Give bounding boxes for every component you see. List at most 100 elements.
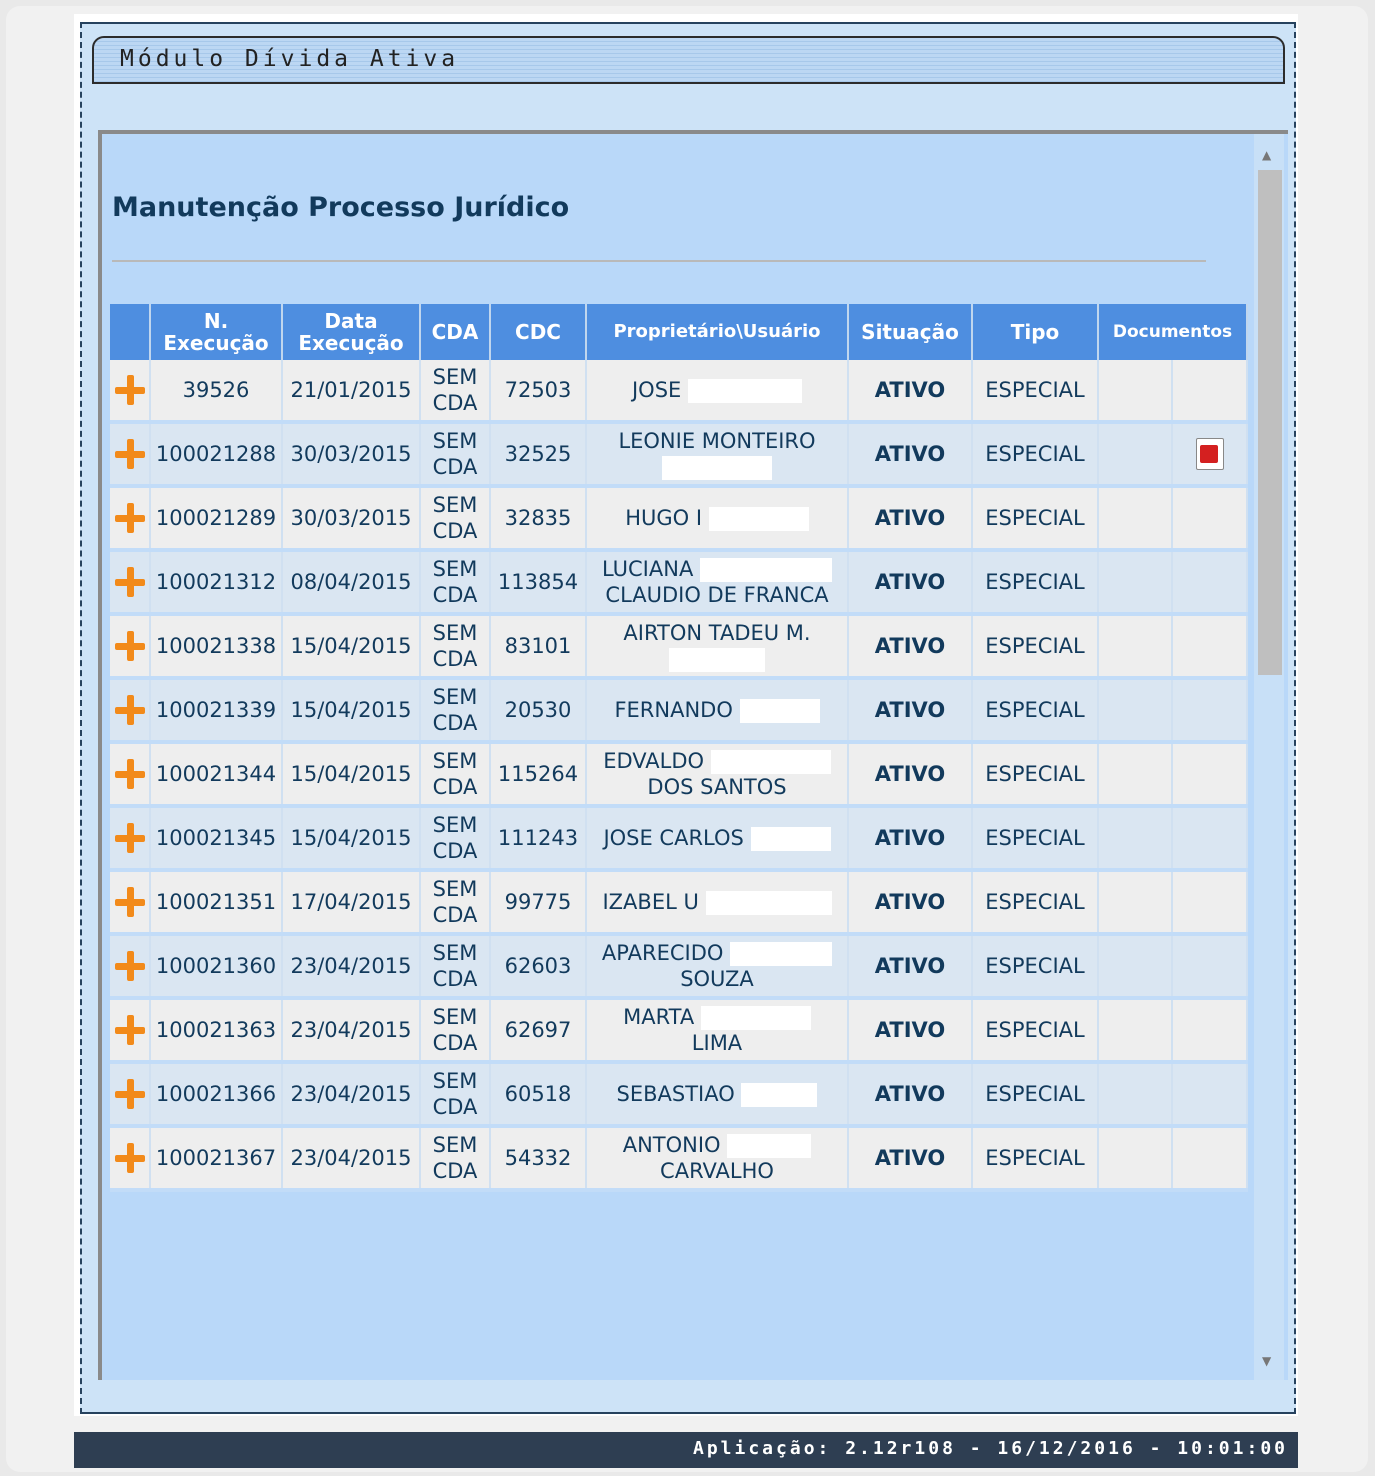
cda-cell: SEM CDA [420, 806, 491, 872]
situacao-cell: ATIVO [848, 998, 973, 1064]
cdc-cell: 111243 [490, 806, 587, 872]
vertical-scrollbar[interactable]: ▲ ▼ [1254, 134, 1284, 1380]
owner-name-line2: LIMA [691, 1031, 743, 1055]
table-row[interactable]: 39526 21/01/2015 SEM CDA 72503 JOSE ATIVO ESPE… [110, 360, 1248, 424]
cda-cell: SEM CDA [420, 678, 491, 744]
header-cdc[interactable]: CDC [490, 304, 587, 360]
header-situacao[interactable]: Situação [848, 304, 973, 360]
scroll-thumb[interactable] [1258, 170, 1282, 675]
header-documentos: Documentos [1098, 304, 1248, 360]
table-row[interactable]: 100021366 23/04/2015 SEM CDA 60518 SEBASTIAO … [110, 1062, 1248, 1128]
redacted-block [705, 891, 832, 915]
table-row[interactable]: 100021339 15/04/2015 SEM CDA 20530 FERNANDO A… [110, 678, 1248, 744]
data-execucao-cell: 23/04/2015 [282, 998, 421, 1064]
plus-icon[interactable] [114, 951, 145, 981]
doc-cell-1 [1098, 486, 1173, 552]
situacao-cell: ATIVO [848, 806, 973, 872]
footer-version: Aplicação: 2.12r108 - 16/12/2016 - 10:01… [693, 1438, 1288, 1459]
table-row[interactable]: 100021345 15/04/2015 SEM CDA 111243 JOSE CARL… [110, 806, 1248, 872]
plus-icon[interactable] [114, 375, 145, 405]
module-title: Módulo Dívida Ativa [120, 46, 460, 72]
cda-cell: SEM CDA [420, 742, 491, 808]
arrow-up-icon[interactable]: ▲ [1262, 148, 1271, 162]
expand-cell[interactable] [110, 486, 151, 552]
plus-icon[interactable] [114, 631, 145, 661]
expand-cell[interactable] [110, 360, 151, 424]
expand-cell[interactable] [110, 614, 151, 680]
plus-icon[interactable] [114, 567, 145, 597]
header-cda[interactable]: CDA [420, 304, 491, 360]
plus-icon[interactable] [114, 695, 145, 725]
expand-cell[interactable] [110, 998, 151, 1064]
n-execucao-cell: 100021339 [150, 678, 283, 744]
data-execucao-cell: 08/04/2015 [282, 550, 421, 616]
doc-cell-2 [1172, 998, 1248, 1064]
redacted-block [708, 507, 809, 531]
owner-name-line1: ANTONIO [622, 1133, 721, 1157]
table-row[interactable]: 100021288 30/03/2015 SEM CDA 32525 LEONIE MON… [110, 422, 1248, 488]
n-execucao-cell: 100021338 [150, 614, 283, 680]
n-execucao-cell: 100021360 [150, 934, 283, 1000]
n-execucao-cell: 39526 [150, 360, 283, 424]
header-data-execucao[interactable]: Data Execução [282, 304, 421, 360]
redacted-block [730, 942, 833, 966]
expand-cell[interactable] [110, 678, 151, 744]
header-owner[interactable]: Proprietário\Usuário [586, 304, 849, 360]
expand-cell[interactable] [110, 806, 151, 872]
process-table: N. Execução Data Execução CDA CDC Propriet… [110, 304, 1248, 1192]
table-row[interactable]: 100021367 23/04/2015 SEM CDA 54332 ANTONIO CA… [110, 1126, 1248, 1192]
table-row[interactable]: 100021338 15/04/2015 SEM CDA 83101 AIRTON TAD… [110, 614, 1248, 680]
cda-cell: SEM CDA [420, 614, 491, 680]
situacao-cell: ATIVO [848, 742, 973, 808]
plus-icon[interactable] [114, 1015, 145, 1045]
expand-cell[interactable] [110, 422, 151, 488]
situacao-cell: ATIVO [848, 486, 973, 552]
header-n-execucao[interactable]: N. Execução [150, 304, 283, 360]
expand-cell[interactable] [110, 550, 151, 616]
cda-cell: SEM CDA [420, 550, 491, 616]
arrow-down-icon[interactable]: ▼ [1262, 1354, 1271, 1368]
plus-icon[interactable] [114, 1143, 145, 1173]
owner-cell: IZABEL U [586, 870, 849, 936]
doc-cell-2 [1172, 742, 1248, 808]
owner-cell: SEBASTIAO [586, 1062, 849, 1128]
plus-icon[interactable] [114, 1079, 145, 1109]
plus-icon[interactable] [114, 887, 145, 917]
plus-icon[interactable] [114, 503, 145, 533]
tipo-cell: ESPECIAL [972, 550, 1099, 616]
header-tipo[interactable]: Tipo [972, 304, 1099, 360]
header-expand [110, 304, 151, 360]
tipo-cell: ESPECIAL [972, 870, 1099, 936]
table-row[interactable]: 100021363 23/04/2015 SEM CDA 62697 MARTA LIMA… [110, 998, 1248, 1064]
table-row[interactable]: 100021344 15/04/2015 SEM CDA 115264 EDVALDO D… [110, 742, 1248, 808]
cdc-cell: 113854 [490, 550, 587, 616]
owner-cell: LUCIANA CLAUDIO DE FRANCA [586, 550, 849, 616]
plus-icon[interactable] [114, 759, 145, 789]
doc-cell-1 [1098, 998, 1173, 1064]
tipo-cell: ESPECIAL [972, 360, 1099, 424]
redacted-block [739, 699, 820, 723]
n-execucao-cell: 100021367 [150, 1126, 283, 1192]
doc-cell-2 [1172, 934, 1248, 1000]
plus-icon[interactable] [114, 823, 145, 853]
table-row[interactable]: 100021289 30/03/2015 SEM CDA 32835 HUGO I ATI… [110, 486, 1248, 552]
doc-cell-2[interactable] [1172, 422, 1248, 488]
pdf-icon[interactable] [1195, 438, 1224, 470]
table-row[interactable]: 100021312 08/04/2015 SEM CDA 113854 LUCIANA C… [110, 550, 1248, 616]
data-execucao-cell: 23/04/2015 [282, 934, 421, 1000]
expand-cell[interactable] [110, 934, 151, 1000]
table-row[interactable]: 100021360 23/04/2015 SEM CDA 62603 APARECIDO … [110, 934, 1248, 1000]
tipo-cell: ESPECIAL [972, 934, 1099, 1000]
expand-cell[interactable] [110, 1126, 151, 1192]
plus-icon[interactable] [114, 439, 145, 469]
cdc-cell: 20530 [490, 678, 587, 744]
expand-cell[interactable] [110, 870, 151, 936]
tipo-cell: ESPECIAL [972, 1126, 1099, 1192]
expand-cell[interactable] [110, 742, 151, 808]
expand-cell[interactable] [110, 1062, 151, 1128]
doc-cell-1 [1098, 934, 1173, 1000]
table-row[interactable]: 100021351 17/04/2015 SEM CDA 99775 IZABEL U A… [110, 870, 1248, 936]
situacao-cell: ATIVO [848, 422, 973, 488]
cdc-cell: 62603 [490, 934, 587, 1000]
cdc-cell: 54332 [490, 1126, 587, 1192]
